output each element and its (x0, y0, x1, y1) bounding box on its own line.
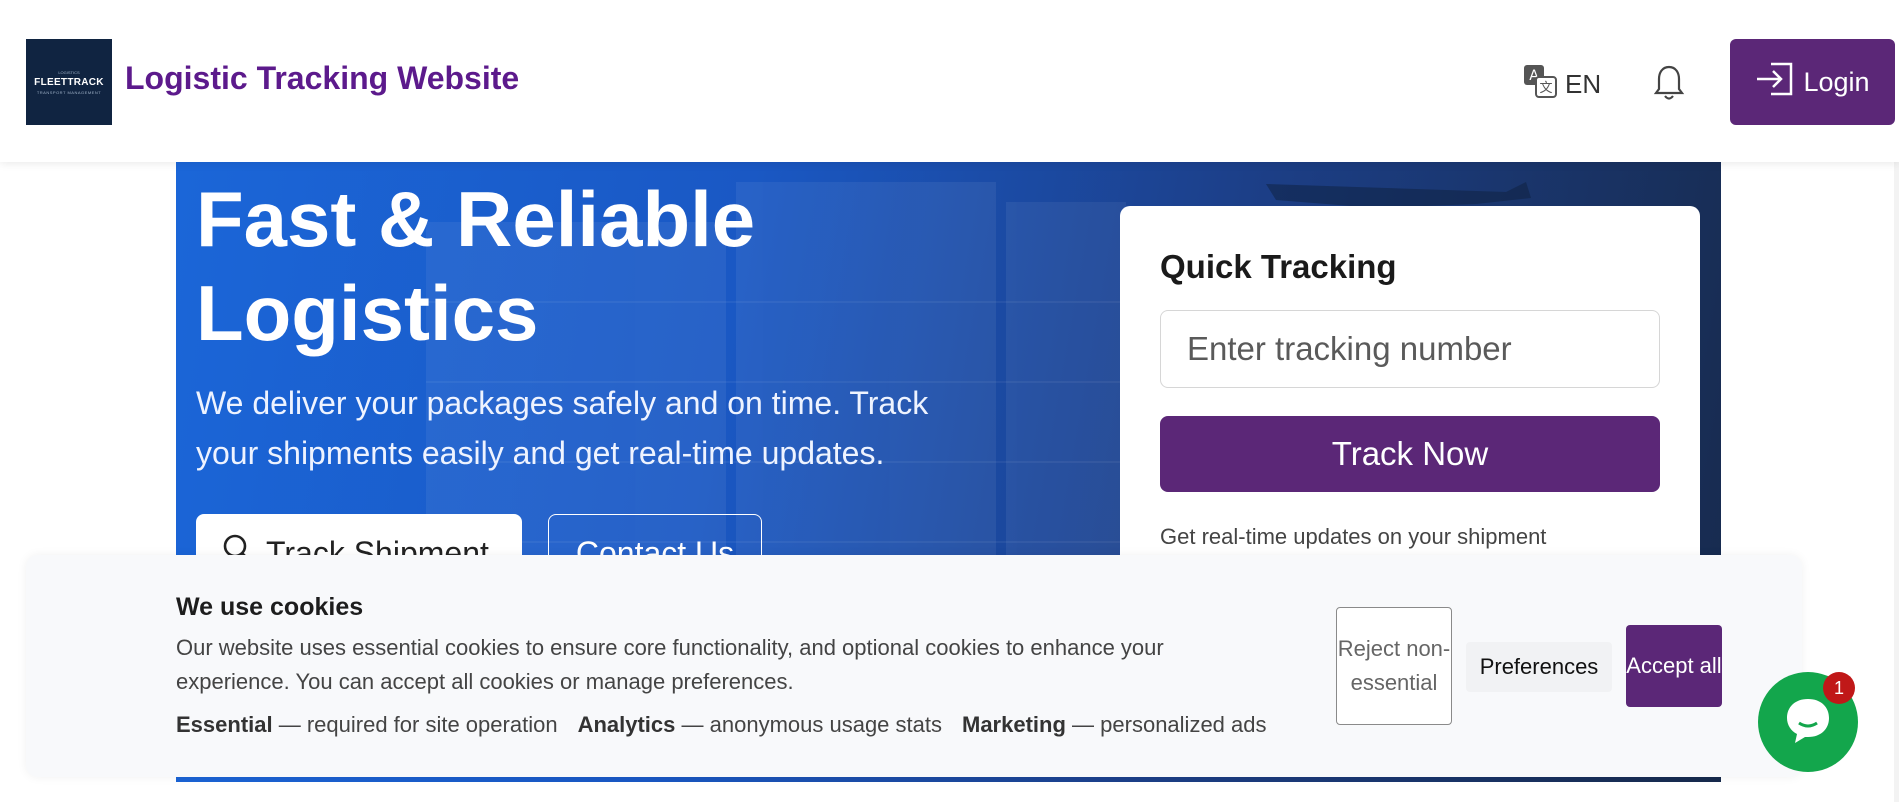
cookie-title: We use cookies (176, 593, 364, 621)
hero-title: Fast & Reliable Logistics (196, 172, 755, 360)
language-label: EN (1565, 69, 1602, 99)
preferences-button[interactable]: Preferences (1466, 642, 1612, 692)
quick-tracking-card: Quick Tracking Track Now Get real-time u… (1120, 206, 1700, 594)
header: LOGISTICS FLEETTRACK TRANSPORT MANAGEMEN… (0, 0, 1899, 162)
login-button[interactable]: Login (1730, 39, 1895, 125)
cookie-category-essential: Essential — required for site operation (176, 712, 558, 737)
cookie-categories: Essential — required for site operation … (176, 712, 1267, 738)
accept-all-button[interactable]: Accept all (1626, 625, 1722, 707)
cookie-category-analytics: Analytics — anonymous usage stats (577, 712, 942, 737)
language-selector[interactable]: A 文 EN (1523, 64, 1601, 105)
translate-icon: A 文 (1523, 64, 1557, 105)
hero-title-line1: Fast & Reliable (196, 175, 756, 263)
cookie-description: Our website uses essential cookies to en… (176, 635, 1164, 694)
hero-subtitle: We deliver your packages safely and on t… (196, 385, 929, 471)
logo[interactable]: LOGISTICS FLEETTRACK TRANSPORT MANAGEMEN… (26, 39, 112, 125)
notification-bell-icon[interactable] (1653, 64, 1685, 107)
tracking-number-input[interactable] (1160, 310, 1660, 388)
quick-tracking-note: Get real-time updates on your shipment (1160, 524, 1547, 549)
svg-text:文: 文 (1539, 81, 1552, 96)
login-icon (1755, 62, 1795, 103)
track-now-button[interactable]: Track Now (1160, 416, 1660, 492)
hero-title-line2: Logistics (196, 269, 539, 357)
cookie-banner: We use cookies Our website uses essentia… (26, 555, 1802, 777)
cookie-category-marketing: Marketing — personalized ads (962, 712, 1267, 737)
site-title[interactable]: Logistic Tracking Website (125, 60, 519, 97)
logo-brand: FLEETTRACK (34, 76, 104, 88)
quick-tracking-title: Quick Tracking (1160, 248, 1397, 285)
chat-notification-badge: 1 (1823, 672, 1855, 704)
login-label: Login (1803, 66, 1870, 97)
reject-non-essential-button[interactable]: Reject non-essential (1336, 607, 1452, 725)
logo-sub-text: TRANSPORT MANAGEMENT (36, 89, 102, 95)
chat-bubble-icon (1781, 693, 1835, 752)
logo-top-text: LOGISTICS (58, 69, 80, 75)
